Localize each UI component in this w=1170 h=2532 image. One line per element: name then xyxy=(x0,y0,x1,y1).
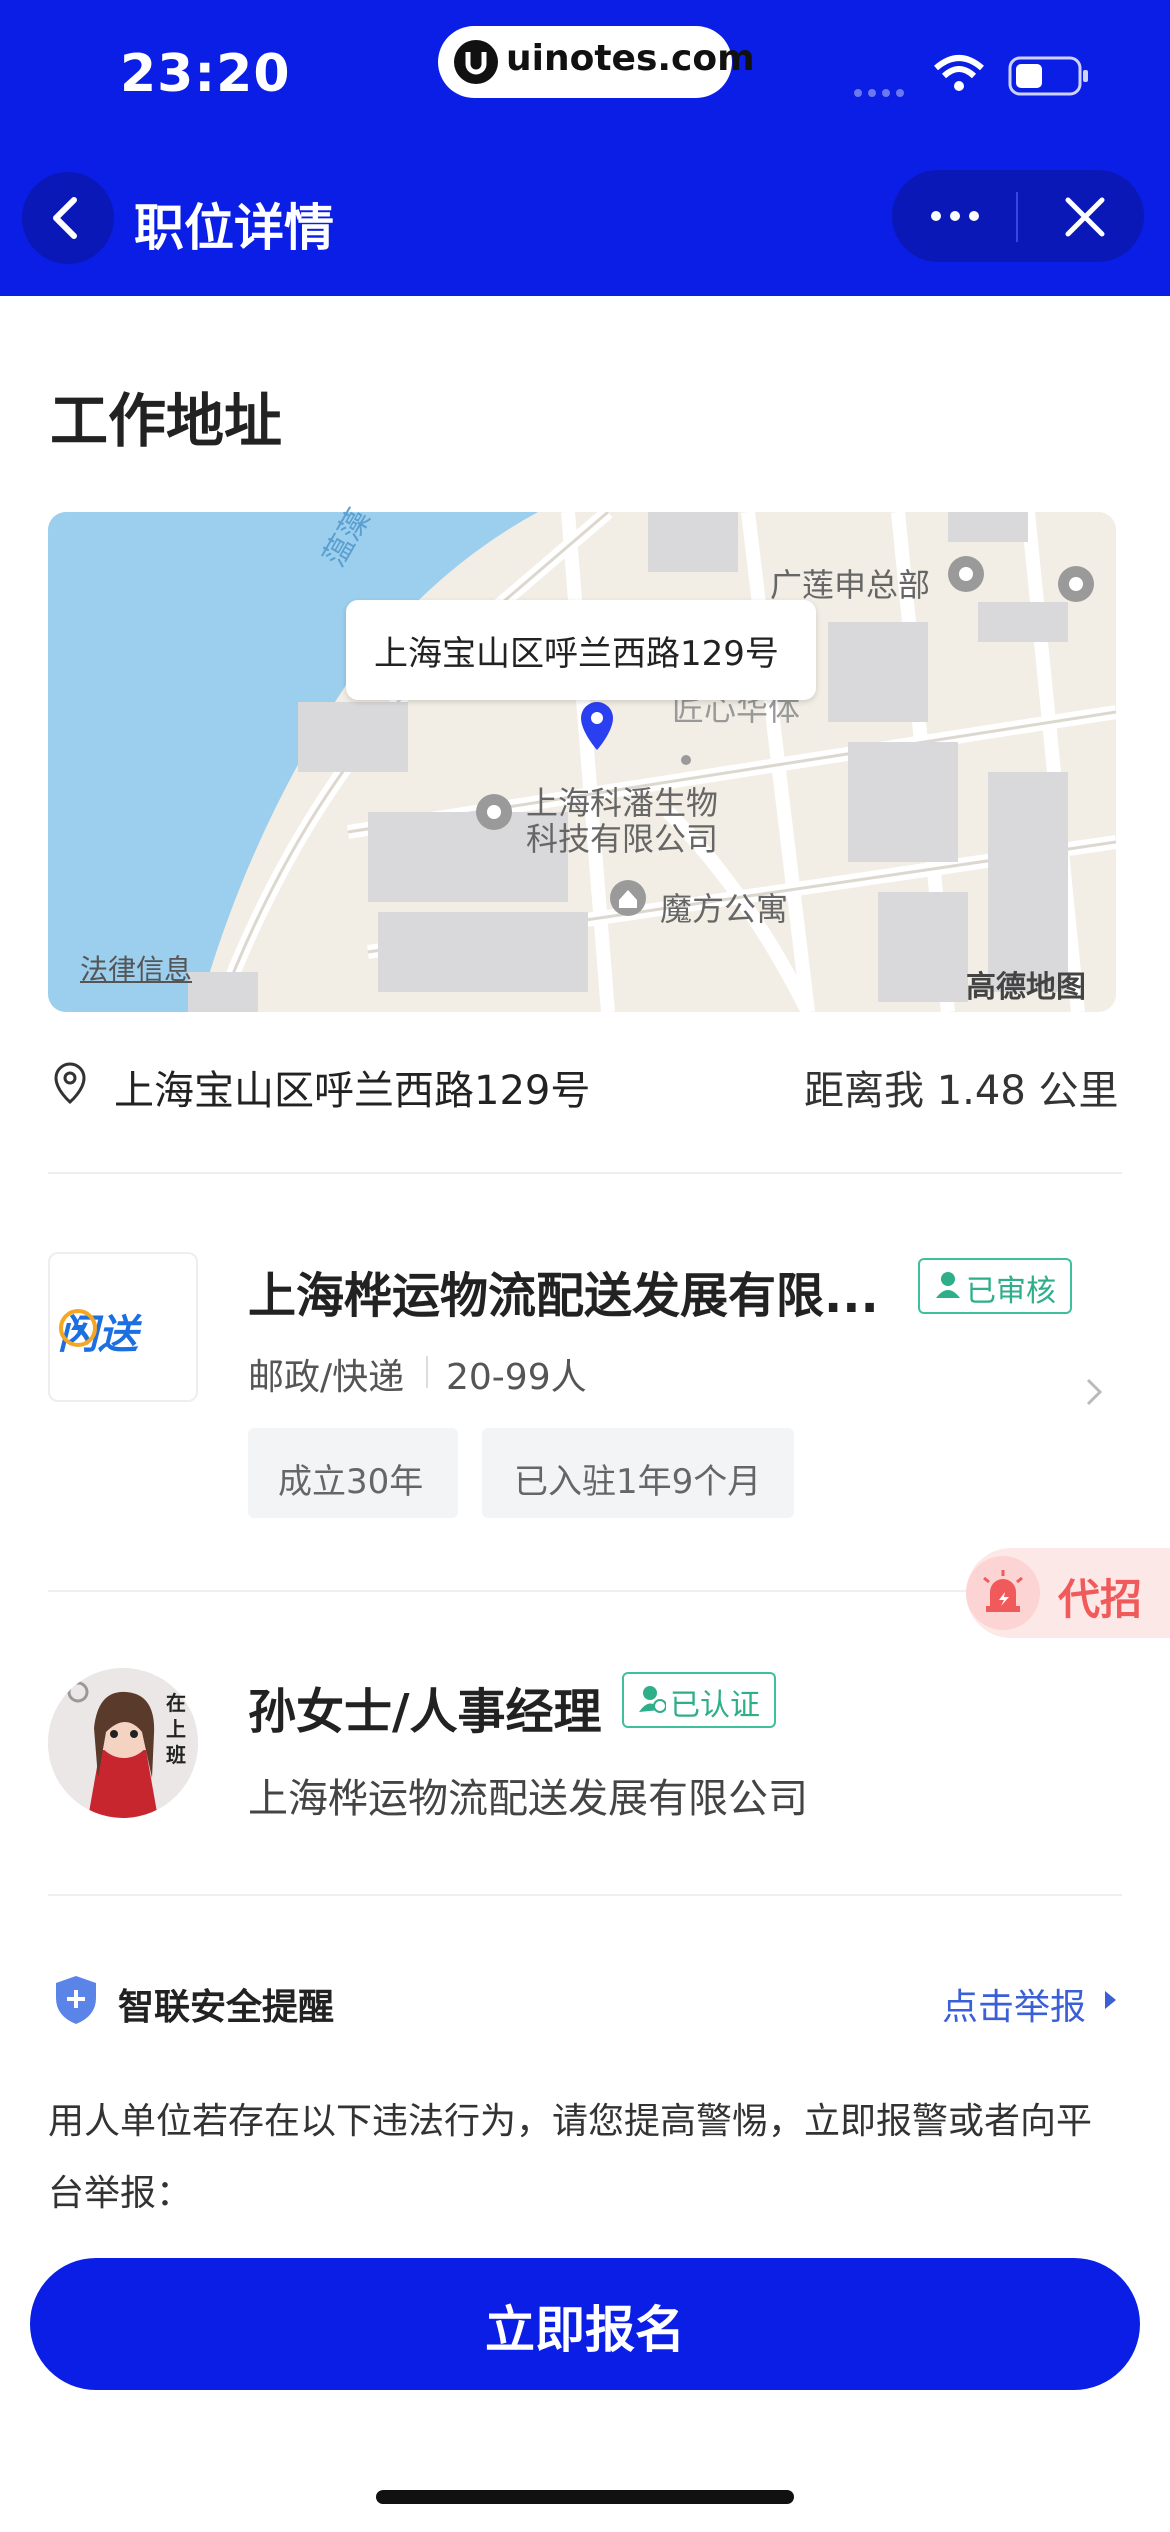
close-icon[interactable] xyxy=(1060,192,1110,246)
user-check-icon xyxy=(934,1270,962,1304)
chevron-right-icon[interactable] xyxy=(1082,1374,1106,1414)
separator xyxy=(426,1356,428,1388)
site-logo-icon xyxy=(454,40,498,84)
more-dots-icon[interactable] xyxy=(920,196,990,247)
map-legal-link[interactable]: 法律信息 xyxy=(80,948,192,988)
company-industry: 邮政/快递 xyxy=(248,1357,405,1398)
divider xyxy=(48,1590,1122,1592)
wifi-icon xyxy=(932,54,986,98)
avatar-sign-text: 在上班 xyxy=(166,1691,186,1767)
address-text: 上海宝山区呼兰西路129号 xyxy=(114,1068,591,1114)
divider xyxy=(48,1172,1122,1174)
report-link[interactable]: 点击举报 xyxy=(942,1978,1086,2030)
map-poi-label: 魔方公寓 xyxy=(660,890,789,928)
map-poi-label: 科技有限公司 xyxy=(526,820,719,858)
recruiter-company: 上海桦运物流配送发展有限公司 xyxy=(248,1776,808,1822)
section-title: 工作地址 xyxy=(50,387,283,455)
company-tag-text: 成立30年 xyxy=(278,1462,424,1502)
shield-icon xyxy=(52,1974,100,2030)
map-brand-logo: 高德地图 xyxy=(966,970,1086,1005)
map-popup-text: 上海宝山区呼兰西路129号 xyxy=(374,634,779,674)
apply-now-label: 立即报名 xyxy=(485,2301,685,2359)
distance-text: 距离我 1.48 公里 xyxy=(804,1068,1119,1114)
location-pin-icon xyxy=(50,1060,90,1110)
location-map[interactable] xyxy=(48,512,1116,1012)
signal-icon xyxy=(852,84,912,103)
company-tag-text: 已入驻1年9个月 xyxy=(514,1462,762,1502)
safety-body-text: 用人单位若存在以下违法行为，请您提高警惕，立即报警或者向平台举报： xyxy=(48,2101,1093,2214)
recruiter-name: 孙女士/人事经理 xyxy=(248,1684,602,1740)
company-name[interactable]: 上海桦运物流配送发展有限... xyxy=(248,1256,888,1326)
recruiter-badge-text: 已认证 xyxy=(670,1688,760,1723)
user-verified-icon xyxy=(638,1684,667,1718)
capsule-divider xyxy=(1016,192,1018,242)
map-canvas xyxy=(48,512,1116,1012)
status-time: 23:20 xyxy=(120,44,291,104)
safety-title: 智联安全提醒 xyxy=(118,1987,335,2028)
url-text: uinotes.com xyxy=(506,38,755,79)
back-button[interactable] xyxy=(22,172,114,264)
home-indicator[interactable] xyxy=(376,2490,794,2504)
divider xyxy=(48,1894,1122,1896)
triangle-right-icon[interactable] xyxy=(1102,1988,1118,2016)
lightning-icon xyxy=(58,1308,98,1352)
page-title: 职位详情 xyxy=(134,199,334,257)
company-size: 20-99人 xyxy=(446,1357,587,1398)
recruit-badge-text: 代招 xyxy=(1058,1575,1143,1624)
battery-icon xyxy=(1008,56,1092,100)
alarm-icon xyxy=(966,1556,1040,1630)
chevron-left-icon xyxy=(53,197,77,239)
company-badge-text: 已审核 xyxy=(966,1274,1056,1309)
